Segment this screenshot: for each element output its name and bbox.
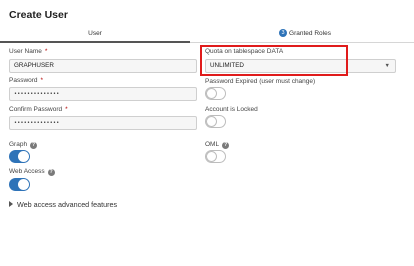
- help-icon[interactable]: ?: [222, 142, 230, 149]
- required-marker: *: [65, 106, 68, 113]
- toggle-knob: [206, 151, 217, 162]
- toggle-knob: [206, 116, 217, 127]
- tab-granted-roles[interactable]: 3 Granted Roles: [205, 27, 405, 43]
- highlight-box: [200, 45, 348, 76]
- account-locked-toggle[interactable]: [205, 115, 226, 128]
- tab-granted-roles-label: Granted Roles: [289, 30, 331, 37]
- chevron-down-icon: ▼: [384, 63, 390, 69]
- toggle-knob: [18, 179, 29, 190]
- dialog-title: Create User: [9, 9, 68, 21]
- tab-bar: User 3 Granted Roles: [0, 27, 414, 43]
- password-input[interactable]: ••••••••••••••: [9, 87, 197, 101]
- web-access-advanced-expander[interactable]: Web access advanced features: [9, 200, 117, 209]
- confirm-password-input[interactable]: ••••••••••••••: [9, 116, 197, 130]
- caret-right-icon: [9, 201, 13, 207]
- oml-toggle[interactable]: [205, 150, 226, 163]
- tab-user[interactable]: User: [0, 27, 190, 43]
- oml-label: OML?: [205, 141, 230, 149]
- graph-toggle[interactable]: [9, 150, 30, 163]
- tab-user-label: User: [88, 30, 102, 37]
- help-icon[interactable]: ?: [30, 142, 38, 149]
- password-expired-toggle[interactable]: [205, 87, 226, 100]
- user-name-label: User Name *: [9, 48, 48, 55]
- user-name-input[interactable]: GRAPHUSER: [9, 59, 197, 73]
- web-access-toggle[interactable]: [9, 178, 30, 191]
- expander-label: Web access advanced features: [17, 200, 118, 209]
- confirm-password-label: Confirm Password *: [9, 106, 68, 113]
- roles-count-badge: 3: [279, 29, 288, 37]
- password-expired-label: Password Expired (user must change): [205, 78, 316, 85]
- toggle-knob: [18, 151, 29, 162]
- required-marker: *: [40, 77, 44, 84]
- required-marker: *: [44, 48, 48, 55]
- help-icon[interactable]: ?: [47, 169, 55, 176]
- web-access-label: Web Access?: [9, 168, 55, 176]
- password-label: Password *: [9, 77, 44, 84]
- toggle-knob: [206, 88, 217, 99]
- graph-label: Graph?: [9, 141, 38, 149]
- account-locked-label: Account is Locked: [205, 106, 258, 113]
